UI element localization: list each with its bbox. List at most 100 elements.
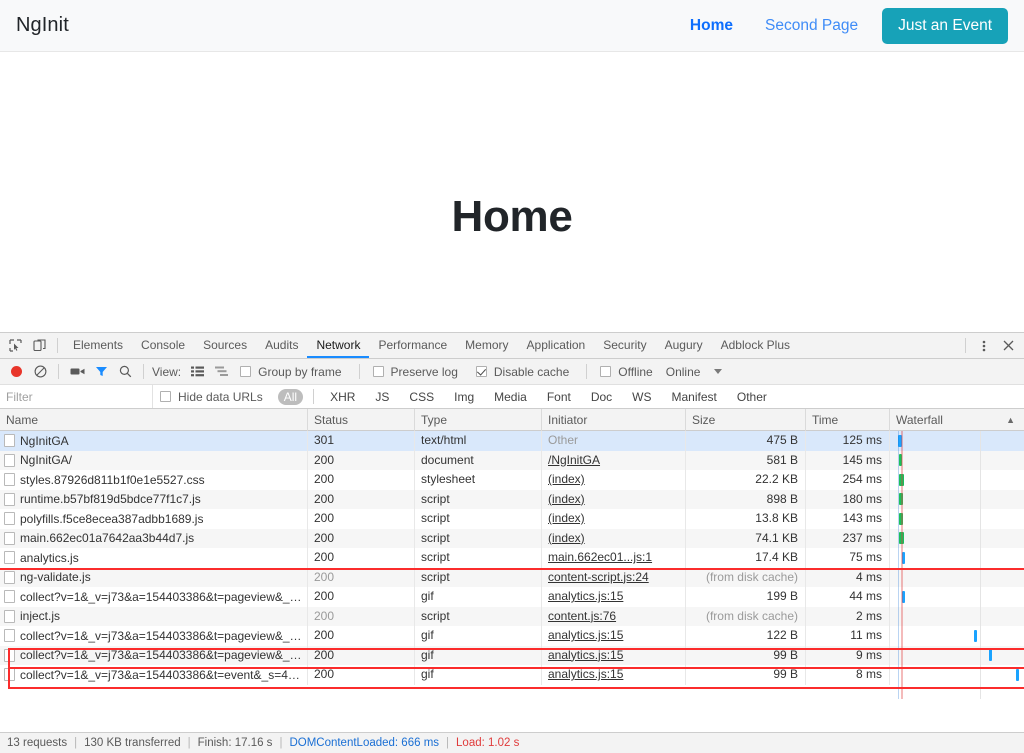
initiator-link[interactable]: (index) [548,472,585,486]
column-header-initiator[interactable]: Initiator [542,408,686,431]
table-row[interactable]: styles.87926d811b1f0e1e5527.css 200 styles… [0,470,1024,490]
table-row[interactable]: ng-validate.js 200 script content-script.js… [0,567,1024,587]
tab-sources[interactable]: Sources [194,333,256,358]
request-initiator[interactable]: (index) [542,489,686,509]
column-header-size[interactable]: Size [686,408,806,431]
type-filter-css[interactable]: CSS [403,389,440,405]
tab-security[interactable]: Security [594,333,655,358]
type-filter-font[interactable]: Font [541,389,577,405]
request-initiator[interactable]: analytics.js:15 [542,665,686,685]
request-name-cell[interactable]: analytics.js [0,548,308,568]
tab-performance[interactable]: Performance [369,333,456,358]
request-initiator[interactable]: analytics.js:15 [542,626,686,646]
chevron-down-icon[interactable] [714,369,723,374]
request-name-cell[interactable]: main.662ec01a7642aa3b44d7.js [0,528,308,548]
initiator-link[interactable]: content-script.js:24 [548,570,649,584]
nav-link-second-page[interactable]: Second Page [749,17,874,35]
column-header-status[interactable]: Status [308,408,415,431]
initiator-link[interactable]: (index) [548,511,585,525]
request-initiator[interactable]: (index) [542,509,686,529]
column-header-time[interactable]: Time [806,408,890,431]
disable-cache-checkbox[interactable]: Disable cache [475,365,573,379]
clear-icon[interactable] [29,361,51,383]
type-filter-img[interactable]: Img [448,389,480,405]
table-row[interactable]: collect?v=1&_v=j73&a=154403386&t=pagevie… [0,626,1024,646]
request-name-cell[interactable]: NgInitGA [0,431,308,451]
table-row[interactable]: main.662ec01a7642aa3b44d7.js 200 script (in… [0,528,1024,548]
request-initiator[interactable]: analytics.js:15 [542,645,686,665]
tab-adblock-plus[interactable]: Adblock Plus [712,333,799,358]
type-filter-media[interactable]: Media [488,389,533,405]
type-filter-ws[interactable]: WS [626,389,657,405]
request-initiator[interactable]: main.662ec01...js:1 [542,548,686,568]
table-row[interactable]: NgInitGA/200 document/NgInitGA 581 B 145 ms [0,450,1024,470]
request-name-cell[interactable]: collect?v=1&_v=j73&a=154403386&t=pagevie… [0,645,308,665]
table-row[interactable]: inject.js 200 script content.js:76 (from dis… [0,606,1024,626]
request-initiator[interactable]: content.js:76 [542,606,686,626]
nav-link-home[interactable]: Home [674,17,749,35]
filter-input[interactable] [0,385,153,408]
request-name-cell[interactable]: collect?v=1&_v=j73&a=154403386&t=pagevie… [0,626,308,646]
initiator-link[interactable]: analytics.js:15 [548,589,623,603]
tab-audits[interactable]: Audits [256,333,307,358]
table-row[interactable]: runtime.b57bf819d5bdce77f1c7.js 200 script… [0,489,1024,509]
hide-data-urls-checkbox[interactable]: Hide data URLs [160,390,267,404]
table-row[interactable]: collect?v=1&_v=j73&a=154403386&t=event&_… [0,665,1024,685]
request-name-cell[interactable]: NgInitGA/ [0,450,308,470]
inspect-element-icon[interactable] [4,335,26,357]
initiator-link[interactable]: (index) [548,492,585,506]
request-initiator[interactable]: analytics.js:15 [542,587,686,607]
sort-ascending-icon[interactable]: ▲ [1006,409,1024,431]
request-name-cell[interactable]: polyfills.f5ce8ecea387adbb1689.js [0,509,308,529]
tab-console[interactable]: Console [132,333,194,358]
tab-elements[interactable]: Elements [64,333,132,358]
request-name-cell[interactable]: inject.js [0,606,308,626]
table-row[interactable]: collect?v=1&_v=j73&a=154403386&t=pagevie… [0,587,1024,607]
waterfall-view-icon[interactable] [210,361,232,383]
tab-network[interactable]: Network [307,333,369,358]
table-body[interactable]: NgInitGA 301 text/html Other 475 B 125 ms NgIn… [0,431,1024,699]
request-initiator[interactable]: /NgInitGA [542,450,686,470]
initiator-link[interactable]: analytics.js:15 [548,648,623,662]
type-filter-xhr[interactable]: XHR [324,389,361,405]
table-row[interactable]: polyfills.f5ce8ecea387adbb1689.js 200 scri… [0,509,1024,529]
type-filter-all[interactable]: All [277,388,304,405]
device-toolbar-icon[interactable] [28,335,50,357]
tab-augury[interactable]: Augury [656,333,712,358]
initiator-link[interactable]: analytics.js:15 [548,667,623,681]
request-initiator[interactable]: content-script.js:24 [542,567,686,587]
throttling-select[interactable]: Online [666,365,701,379]
table-row[interactable]: NgInitGA 301 text/html Other 475 B 125 ms [0,431,1024,451]
table-row[interactable]: collect?v=1&_v=j73&a=154403386&t=pagevie… [0,645,1024,665]
type-filter-js[interactable]: JS [369,389,395,405]
initiator-link[interactable]: (index) [548,531,585,545]
close-devtools-icon[interactable] [997,335,1019,357]
record-icon[interactable] [5,361,27,383]
search-icon[interactable] [114,361,136,383]
initiator-link[interactable]: analytics.js:15 [548,628,623,642]
tab-application[interactable]: Application [518,333,595,358]
column-header-name[interactable]: Name [0,408,308,431]
request-initiator[interactable]: (index) [542,470,686,490]
list-view-icon[interactable] [186,361,208,383]
offline-checkbox[interactable]: Offline [600,365,656,379]
initiator-link[interactable]: content.js:76 [548,609,616,623]
just-an-event-button[interactable]: Just an Event [882,7,1008,44]
initiator-link[interactable]: main.662ec01...js:1 [548,550,652,564]
filter-icon[interactable] [90,361,112,383]
table-row[interactable]: analytics.js 200 script main.662ec01...js:1… [0,548,1024,568]
group-by-frame-checkbox[interactable]: Group by frame [240,365,345,379]
initiator-link[interactable]: /NgInitGA [548,453,600,467]
column-header-type[interactable]: Type [415,408,542,431]
request-name-cell[interactable]: runtime.b57bf819d5bdce77f1c7.js [0,489,308,509]
more-options-icon[interactable] [973,335,995,357]
request-name-cell[interactable]: ng-validate.js [0,567,308,587]
column-header-waterfall[interactable]: Waterfall [896,409,943,431]
capture-screenshots-icon[interactable] [66,361,88,383]
type-filter-doc[interactable]: Doc [585,389,618,405]
preserve-log-checkbox[interactable]: Preserve log [372,365,462,379]
tab-memory[interactable]: Memory [456,333,517,358]
type-filter-manifest[interactable]: Manifest [666,389,723,405]
type-filter-other[interactable]: Other [731,389,773,405]
request-name-cell[interactable]: collect?v=1&_v=j73&a=154403386&t=pagevie… [0,587,308,607]
